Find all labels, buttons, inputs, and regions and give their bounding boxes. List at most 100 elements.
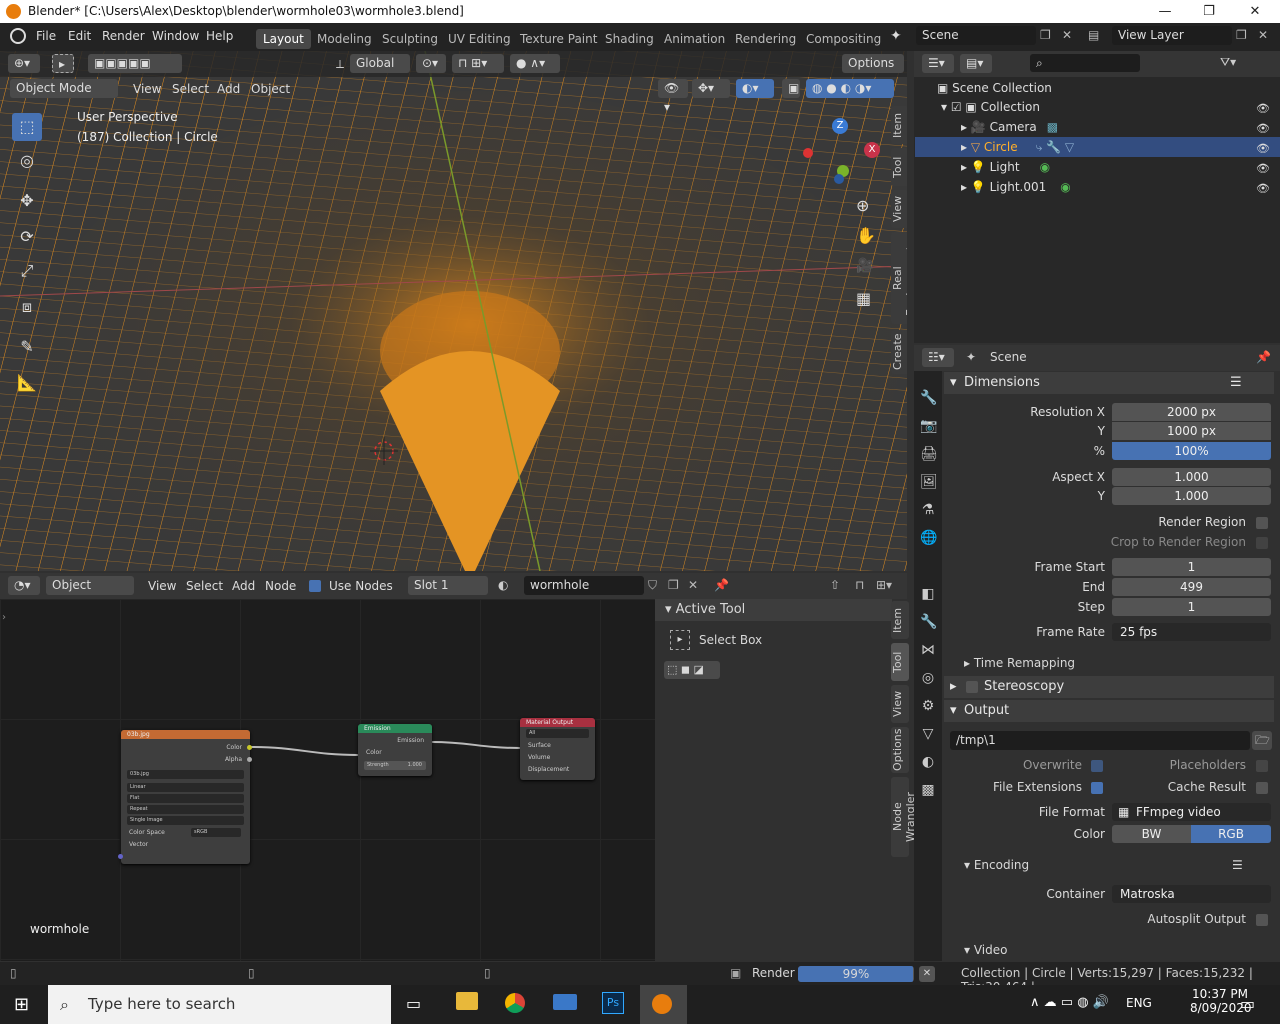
emission-strength-field[interactable]: Strength 1.000	[364, 761, 426, 770]
image-alpha-socket[interactable]	[247, 757, 252, 762]
pivot-point-button[interactable]: ⊙▾	[416, 54, 446, 73]
node-menu-add[interactable]: Add	[232, 578, 255, 594]
select-tool-button[interactable]: ▸	[52, 54, 74, 73]
options-dropdown[interactable]: Options	[842, 54, 904, 73]
image-color-socket[interactable]	[247, 745, 252, 750]
slot-dropdown[interactable]: Slot 1	[408, 576, 488, 595]
parent-node-icon[interactable]: ⇧	[830, 578, 840, 592]
menu-edit[interactable]: Edit	[68, 28, 91, 44]
resolution-x-field[interactable]: 2000 px	[1112, 403, 1271, 421]
pin-icon[interactable]: 📌	[714, 578, 729, 592]
material-output-node[interactable]: Material Output All Surface Volume Displ…	[520, 718, 595, 780]
perspective-toggle-icon[interactable]: ▦	[856, 289, 871, 308]
editor-type-node-button[interactable]: ◔▾	[8, 576, 40, 595]
node-menu-view[interactable]: View	[148, 578, 176, 594]
task-view-icon[interactable]: ▭	[406, 994, 421, 1013]
outliner-search-input[interactable]: ⌕	[1030, 54, 1140, 72]
dimensions-panel-header[interactable]: ▾ Dimensions ☰	[944, 372, 1274, 394]
node-snap-options-icon[interactable]: ⊞▾	[876, 578, 892, 592]
output-target-dropdown[interactable]: All	[526, 729, 589, 738]
select-mode-buttons[interactable]: ▣▣▣▣▣	[88, 54, 182, 73]
gizmo-neg-x-axis[interactable]	[803, 148, 813, 158]
autosplit-checkbox[interactable]	[1256, 914, 1268, 926]
select-box-tool[interactable]: ⬚	[12, 113, 42, 141]
container-dropdown[interactable]: Matroska	[1112, 885, 1271, 903]
tab-animation[interactable]: Animation	[657, 29, 732, 49]
render-region-checkbox[interactable]	[1256, 517, 1268, 529]
outliner-row-circle[interactable]: ▸ ▽ Circle ⤷ 🔧 ▽	[915, 137, 1280, 157]
tab-texture-paint[interactable]: Texture Paint	[513, 29, 604, 49]
rotate-tool[interactable]: ⟳	[12, 223, 42, 251]
gizmo-z-axis[interactable]: Z	[832, 118, 848, 134]
filter-icon[interactable]: ⛛▾	[1220, 55, 1236, 70]
editor-type-3d-button[interactable]: ⊕▾	[8, 54, 40, 73]
photoshop-icon[interactable]: Ps	[602, 992, 624, 1014]
frame-rate-dropdown[interactable]: 25 fps	[1112, 623, 1271, 641]
file-format-dropdown[interactable]: ▦ FFmpeg video	[1112, 803, 1271, 821]
stereoscopy-panel-header[interactable]: ▸ Stereoscopy	[944, 676, 1274, 698]
language-indicator[interactable]: ENG	[1126, 996, 1152, 1010]
extension-dropdown[interactable]: Repeat	[127, 805, 244, 814]
output-path-field[interactable]: /tmp\1	[950, 731, 1250, 750]
material-name-field[interactable]: wormhole	[524, 576, 644, 595]
outliner-row-camera[interactable]: ▸ 🎥 Camera ▩	[915, 117, 1280, 137]
measure-tool[interactable]: 📐	[12, 369, 42, 397]
use-nodes-checkbox[interactable]	[309, 580, 321, 592]
object-mode-dropdown[interactable]: Object Mode	[10, 79, 118, 98]
snap-node-icon[interactable]: ⊓	[855, 578, 864, 592]
remote-desktop-icon[interactable]	[553, 994, 577, 1010]
viewport-menu-object[interactable]: Object	[251, 81, 290, 97]
side-tab-create[interactable]: Create	[891, 330, 907, 374]
interpolation-dropdown[interactable]: Linear	[127, 783, 244, 792]
new-scene-icon[interactable]: ❐	[1040, 28, 1051, 42]
color-space-dropdown[interactable]: sRGB	[191, 828, 241, 837]
source-dropdown[interactable]: Single Image	[127, 816, 244, 825]
blender-menu-icon[interactable]	[10, 28, 26, 44]
tab-compositing[interactable]: Compositing	[799, 29, 888, 49]
tab-sculpting[interactable]: Sculpting	[375, 29, 445, 49]
cursor-tool[interactable]: ◎	[12, 147, 42, 175]
aspect-y-field[interactable]: 1.000	[1112, 487, 1271, 505]
properties-tab-icons[interactable]: 🔧 📷 🖨 🖼 ⚗ 🌐 ◧ 🔧 ⋈ ◎ ⚙ ▽ ◐ ▩	[920, 384, 938, 804]
output-panel-header[interactable]: ▾ Output	[944, 700, 1274, 722]
move-tool[interactable]: ✥	[12, 187, 42, 215]
side-tab-tool[interactable]: Tool	[891, 148, 907, 186]
menu-window[interactable]: Window	[152, 28, 199, 44]
new-material-icon[interactable]: ❐	[668, 578, 679, 592]
3d-viewport[interactable]: ⊕▾ ▸ ▣▣▣▣▣ ⟂ Global ⊙▾ ⊓ ⊞▾ ● ∧▾ Options…	[0, 51, 907, 571]
windows-start-icon[interactable]: ⊞	[14, 994, 29, 1015]
close-button[interactable]: ✕	[1232, 0, 1278, 23]
node-tab-view[interactable]: View	[891, 685, 909, 723]
scene-selector[interactable]: Scene	[916, 26, 1036, 45]
pin-icon[interactable]: 📌	[1256, 350, 1271, 364]
gizmo-neg-z-axis[interactable]	[834, 174, 844, 184]
tab-shading[interactable]: Shading	[598, 29, 661, 49]
stereoscopy-checkbox[interactable]	[966, 681, 978, 693]
viewport-menu-add[interactable]: Add	[217, 81, 240, 97]
side-tab-real-environments[interactable]: Real Environments	[891, 232, 907, 324]
resolution-y-field[interactable]: 1000 px	[1112, 422, 1271, 440]
menu-render[interactable]: Render	[102, 28, 145, 44]
menu-help[interactable]: Help	[206, 28, 233, 44]
placeholders-checkbox[interactable]	[1256, 760, 1268, 772]
frame-step-field[interactable]: 1	[1112, 598, 1271, 616]
viewport-menu-view[interactable]: View	[133, 81, 161, 97]
minimize-button[interactable]: —	[1142, 0, 1188, 23]
transform-orientation-dropdown[interactable]: Global	[350, 54, 410, 73]
shading-mode-buttons[interactable]: ◍ ● ◐ ◑▾	[806, 79, 894, 98]
node-object-dropdown[interactable]: Object	[46, 576, 134, 595]
outliner-row-light-001[interactable]: ▸ 💡 Light.001 ◉	[915, 177, 1280, 197]
xray-toggle-button[interactable]: ▣	[782, 79, 800, 98]
file-explorer-icon[interactable]	[456, 992, 478, 1010]
node-tab-item[interactable]: Item	[891, 601, 909, 639]
image-texture-node[interactable]: 03b.jpg Color Alpha 03b.jpg Linear Flat …	[121, 730, 250, 864]
tray-icons[interactable]: ∧ ☁ ▭ ◍ 🔊	[1030, 995, 1109, 1010]
outliner-row-collection[interactable]: ▾ ☑ ▣ Collection	[915, 97, 1280, 117]
fake-user-icon[interactable]: ⛉	[648, 578, 657, 593]
transform-tool[interactable]: ⧈	[12, 293, 42, 321]
file-extensions-checkbox[interactable]	[1091, 782, 1103, 794]
color-bw-button[interactable]: BW	[1112, 825, 1191, 843]
view-layer-selector[interactable]: View Layer	[1112, 26, 1232, 45]
gizmo-toggle-button[interactable]: ✥▾	[692, 79, 730, 98]
video-subpanel-header[interactable]: ▾ Video	[964, 943, 1007, 957]
